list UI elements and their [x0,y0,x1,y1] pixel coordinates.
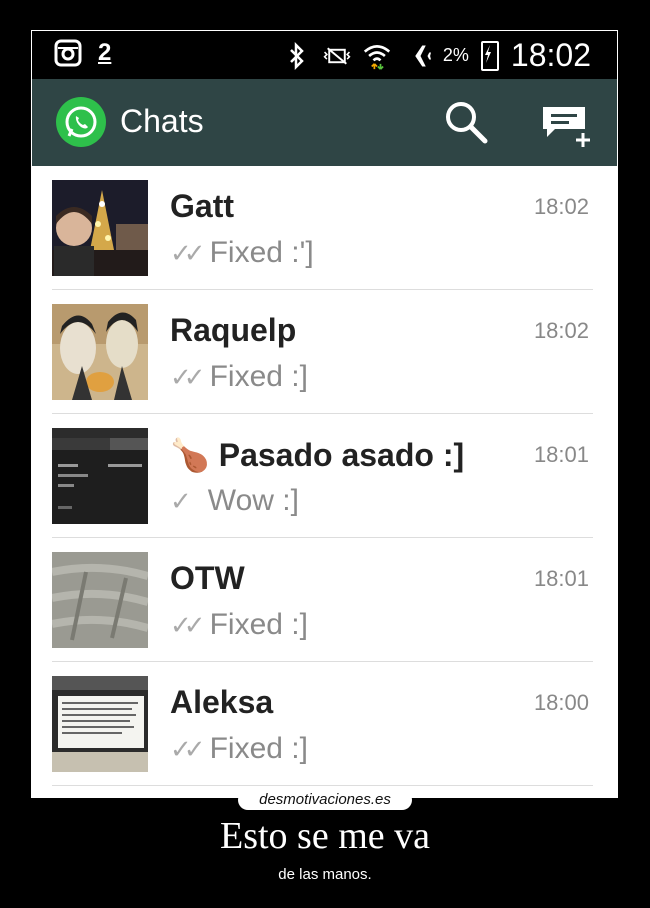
double-tick-icon: ✓✓ [170,733,205,764]
avatar [52,304,148,400]
chat-row-raquelp[interactable]: Raquelp 18:02 ✓✓ Fixed :] [32,290,617,414]
chat-time: 18:02 [533,194,589,219]
double-tick-icon: ✓✓ [170,361,205,392]
double-tick-icon: ✓✓ [170,237,205,268]
chat-time: 18:01 [533,442,589,467]
notification-count: 2 [98,39,112,66]
clock: 18:02 [510,37,591,73]
phone-screenshot: 2 2% 18:02 Chats Gatt 18:02 ✓✓ Fixed:']… [31,30,618,798]
chat-row-otw[interactable]: OTW 18:01 ✓✓ Fixed :] [32,538,617,662]
divider [52,785,593,786]
wifi-icon [363,42,391,70]
chat-name: Aleksa [170,684,274,720]
chat-name: 🍗 Pasado asado :] [170,436,464,474]
action-bar: Chats [32,79,617,166]
new-chat-icon[interactable] [541,103,591,149]
avatar [52,552,148,648]
avatar [52,180,148,276]
chat-time: 18:02 [533,318,589,343]
chat-message: Fixed :] [209,608,308,641]
chat-preview: ✓✓ Fixed :] [170,732,308,766]
brand-watermark: desmotivaciones.es [238,790,412,810]
double-tick-icon: ✓✓ [170,609,205,640]
instagram-icon [54,39,82,67]
status-left: 2 [54,39,111,67]
chat-row-pasado-asado[interactable]: 🍗 Pasado asado :] 18:01 ✓ Wow :] [32,414,617,538]
chat-name: Gatt [170,188,234,224]
avatar [52,676,148,772]
status-right: 2% 18:02 [283,37,591,74]
chat-name: Raquelp [170,312,297,348]
muted-vibrate-icon [323,42,351,70]
status-bar: 2 2% 18:02 [32,31,617,79]
search-icon[interactable] [443,99,489,145]
chat-message: Wow :] [207,484,299,517]
airplane-icon [403,42,431,70]
drumstick-emoji-icon: 🍗 [170,437,210,473]
bluetooth-icon [283,41,311,70]
chat-message: Fixed :] [209,360,308,393]
app-title: Chats [120,103,204,139]
battery-percent: 2% [442,45,469,65]
chat-message: Fixed :] [209,732,308,765]
chat-time: 18:01 [533,566,589,591]
chat-preview: ✓✓ Fixed :] [170,360,308,394]
chat-time: 18:00 [533,690,589,715]
chat-row-aleksa[interactable]: Aleksa 18:00 ✓✓ Fixed :] [32,662,617,786]
chat-preview: ✓✓ Fixed :'] [170,236,314,270]
chat-message: Fixed :'] [209,236,314,269]
caption-title: Esto se me va [219,815,430,857]
chat-list: Gatt 18:02 ✓✓ Fixed :'] Raquelp 18:02 ✓✓… [32,166,617,786]
chat-name: OTW [170,560,245,596]
chat-preview: ✓✓ Fixed :] [170,608,308,642]
caption-subtitle: de las manos. [278,866,372,883]
chat-name-text: Pasado asado :] [218,437,465,473]
single-tick-icon: ✓ [170,485,192,516]
avatar [52,428,148,524]
chat-row-gatt[interactable]: Gatt 18:02 ✓✓ Fixed :'] [32,166,617,290]
battery-charging-icon [480,40,499,71]
chat-preview: ✓ Wow :] [170,484,299,518]
whatsapp-logo-icon[interactable] [56,97,106,147]
